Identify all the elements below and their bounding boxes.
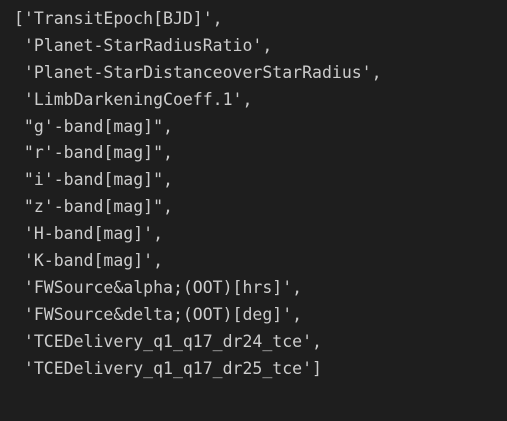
output-line: ['TransitEpoch[BJD]', — [14, 9, 223, 28]
cell-output-panel: ['TransitEpoch[BJD]', 'Planet-StarRadius… — [0, 0, 507, 421]
output-line: "r'-band[mag]", — [14, 143, 173, 163]
output-line: 'Planet-StarRadiusRatio', — [14, 35, 273, 55]
output-line: "g'-band[mag]", — [14, 116, 173, 136]
output-line: 'LimbDarkeningCoeff.1', — [14, 89, 253, 109]
output-line: 'TCEDelivery_q1_q17_dr24_tce', — [14, 331, 322, 351]
output-line: "i'-band[mag]", — [14, 170, 173, 190]
output-line: 'FWSource&delta;(OOT)[deg]', — [14, 304, 303, 324]
output-line: 'H-band[mag]', — [14, 224, 164, 244]
output-line: 'K-band[mag]', — [14, 251, 164, 271]
output-line: 'Planet-StarDistanceoverStarRadius', — [14, 62, 382, 82]
output-line: "z'-band[mag]", — [14, 197, 173, 217]
output-line: 'TCEDelivery_q1_q17_dr25_tce'] — [14, 358, 322, 378]
output-line: 'FWSource&alpha;(OOT)[hrs]', — [14, 277, 303, 297]
